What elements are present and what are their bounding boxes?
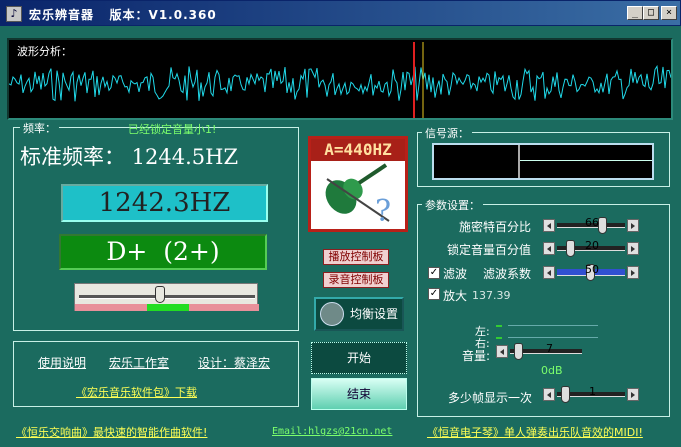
- filter-label: 滤波: [443, 267, 468, 281]
- title-bar[interactable]: ♪ 宏乐辨音器 版本：V1.0.360 _ □ ×: [0, 0, 681, 26]
- schmitt-decrease-icon[interactable]: [543, 219, 555, 232]
- filter-checkbox[interactable]: ✓: [428, 267, 440, 279]
- minimize-button[interactable]: _: [627, 6, 643, 20]
- record-panel-button[interactable]: 录音控制板: [323, 272, 389, 288]
- maximize-button[interactable]: □: [643, 6, 659, 20]
- standard-frequency: 标准频率： 1244.5HZ: [20, 145, 239, 169]
- start-button[interactable]: 开始: [311, 342, 407, 374]
- schmitt-slider[interactable]: 66: [543, 216, 639, 234]
- frames-slider[interactable]: 1: [543, 385, 639, 403]
- equalizer-icon: [320, 302, 344, 326]
- parameters-group: 参数设置：: [417, 197, 670, 417]
- frames-increase-icon[interactable]: [627, 388, 639, 401]
- svg-text:?: ?: [375, 194, 391, 229]
- filter-coef-value: 50: [585, 263, 599, 276]
- frames-label: 多少帧显示一次: [448, 391, 533, 405]
- amplify-checkbox[interactable]: ✓: [428, 288, 440, 300]
- lock-status: 已经锁定音量小1!: [128, 123, 217, 136]
- signal-source-title: 信号源：: [422, 125, 472, 141]
- manual-link[interactable]: 使用说明: [38, 354, 86, 371]
- tuning-indicator: [74, 283, 259, 311]
- lock-volume-slider[interactable]: 20: [543, 239, 639, 257]
- volume-label: 音量:: [462, 349, 491, 363]
- left-level-meter: [496, 325, 502, 327]
- logo-text: A=440HZ: [311, 139, 405, 161]
- lock-volume-value: 20: [585, 239, 599, 252]
- waveform-panel: 波形分析：: [7, 38, 673, 120]
- equalizer-button[interactable]: 均衡设置: [314, 297, 404, 331]
- frames-knob[interactable]: [561, 386, 570, 403]
- amplify-value: 137.39: [472, 289, 511, 302]
- tuning-track: [79, 295, 255, 299]
- playback-panel-button[interactable]: 播放控制板: [323, 249, 389, 265]
- violin-icon: ?: [325, 163, 391, 229]
- schmitt-knob[interactable]: [598, 217, 607, 234]
- right-level-track: [508, 337, 598, 338]
- tuning-in-tune-zone: [147, 304, 189, 311]
- parameters-title: 参数设置：: [422, 197, 483, 213]
- app-icon: ♪: [6, 6, 22, 22]
- left-level-track: [508, 325, 598, 326]
- filter-coef-increase-icon[interactable]: [627, 266, 639, 279]
- volume-knob[interactable]: [514, 343, 523, 360]
- frames-value: 1: [589, 385, 596, 398]
- email-link[interactable]: Email:hlgzs@21cn.net: [272, 426, 392, 437]
- volume-decrease-icon[interactable]: [496, 345, 508, 358]
- waveform-graph: [9, 42, 671, 118]
- volume-value: 7: [546, 342, 553, 355]
- window-title: 宏乐辨音器 版本：V1.0.360: [29, 8, 217, 22]
- amplify-label: 放大: [443, 289, 468, 303]
- filter-coef-label: 滤波系数: [483, 267, 532, 281]
- schmitt-increase-icon[interactable]: [627, 219, 639, 232]
- tuning-needle: [155, 286, 165, 303]
- footer-keyboard-link[interactable]: 《恒音电子琴》单人弹奏出乐队音效的MIDI!: [427, 424, 643, 440]
- signal-source-display: [432, 143, 654, 180]
- filter-coef-slider[interactable]: 50: [543, 263, 639, 281]
- schmitt-label: 施密特百分比: [459, 220, 532, 234]
- lock-volume-decrease-icon[interactable]: [543, 242, 555, 255]
- designer-link[interactable]: 设计：蔡泽宏: [198, 354, 270, 371]
- equalizer-label: 均衡设置: [350, 307, 399, 321]
- lock-volume-label: 锁定音量百分值: [447, 243, 532, 257]
- footer-composer-link[interactable]: 《恒乐交响曲》最快速的智能作曲软件!: [16, 424, 207, 440]
- measured-frequency-display: 1242.3HZ: [61, 184, 268, 222]
- volume-db: 0dB: [541, 364, 563, 377]
- right-level-meter: [496, 337, 502, 339]
- stop-button[interactable]: 结束: [311, 378, 407, 410]
- frequency-group-title: 频率：: [20, 120, 59, 136]
- frames-decrease-icon[interactable]: [543, 388, 555, 401]
- lock-volume-knob[interactable]: [566, 240, 575, 257]
- volume-slider[interactable]: 7: [496, 342, 592, 360]
- signal-level-line: [520, 160, 652, 161]
- signal-divider: [518, 145, 520, 178]
- note-display: D+ (2+): [59, 234, 267, 270]
- studio-link[interactable]: 宏乐工作室: [109, 354, 169, 371]
- close-button[interactable]: ×: [661, 6, 677, 20]
- lock-volume-increase-icon[interactable]: [627, 242, 639, 255]
- schmitt-value: 66: [585, 216, 599, 229]
- logo-a440: A=440HZ ?: [308, 136, 408, 232]
- filter-coef-decrease-icon[interactable]: [543, 266, 555, 279]
- package-download-link[interactable]: 《宏乐音乐软件包》下载: [76, 384, 197, 400]
